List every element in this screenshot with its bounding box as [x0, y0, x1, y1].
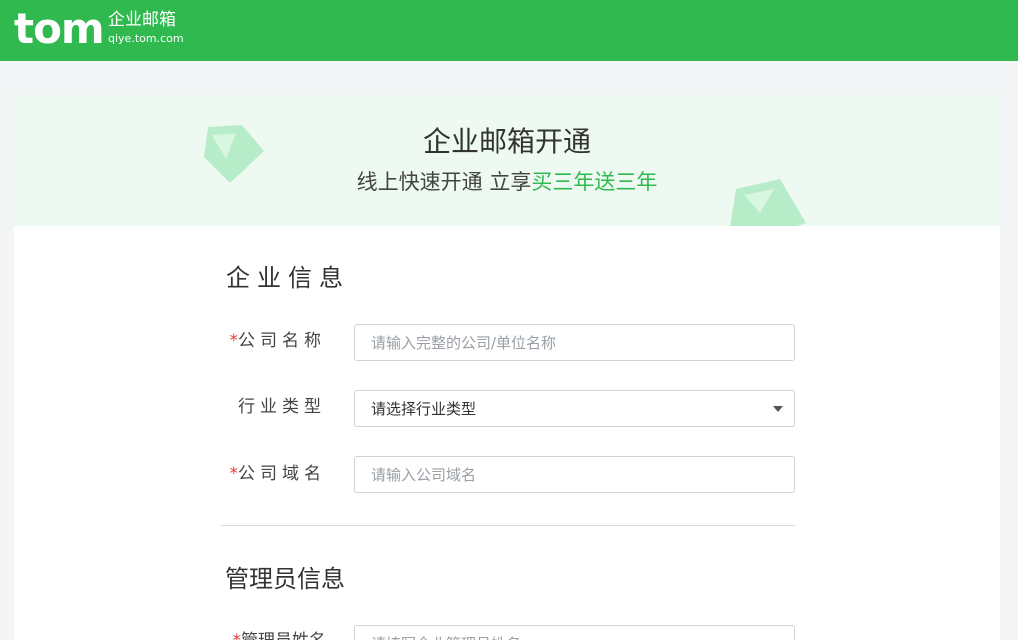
logo-domain: qiye.tom.com [108, 32, 184, 45]
banner-subtitle-text: 线上快速开通 立享 [356, 170, 532, 194]
company-name-label-text: 公司名称 [238, 331, 326, 351]
required-mark: * [229, 464, 239, 484]
admin-name-input[interactable] [354, 625, 795, 640]
top-bar: tom 企业邮箱 qiye.tom.com [0, 0, 1018, 61]
domain-input[interactable] [354, 456, 795, 493]
signup-card: 企业邮箱开通 线上快速开通 立享买三年送三年 企业信息 *公司名称 行业类型 请… [14, 95, 1000, 640]
industry-select[interactable]: 请选择行业类型 [354, 390, 795, 427]
admin-name-label: *管理员姓名 [216, 629, 327, 640]
admin-name-label-text: 管理员姓名 [241, 631, 326, 640]
domain-label-text: 公司域名 [238, 464, 326, 484]
required-mark: * [233, 631, 242, 640]
required-mark: * [229, 331, 239, 351]
company-name-input[interactable] [354, 324, 795, 361]
section-title-admin: 管理员信息 [225, 565, 345, 593]
domain-label: *公司域名 [216, 462, 326, 486]
section-title-company: 企业信息 [226, 264, 350, 292]
section-divider [221, 525, 795, 526]
industry-select-value: 请选择行业类型 [371, 400, 477, 418]
logo[interactable]: tom [14, 4, 105, 54]
logo-title: 企业邮箱 [108, 10, 176, 30]
banner-subtitle: 线上快速开通 立享买三年送三年 [14, 167, 1000, 197]
industry-label: 行业类型 [238, 397, 326, 417]
company-name-label: *公司名称 [216, 329, 326, 353]
banner-title: 企业邮箱开通 [422, 125, 591, 158]
banner-promo-highlight: 买三年送三年 [531, 170, 658, 194]
promo-banner: 企业邮箱开通 线上快速开通 立享买三年送三年 [14, 95, 1000, 226]
chevron-down-icon [773, 406, 783, 412]
